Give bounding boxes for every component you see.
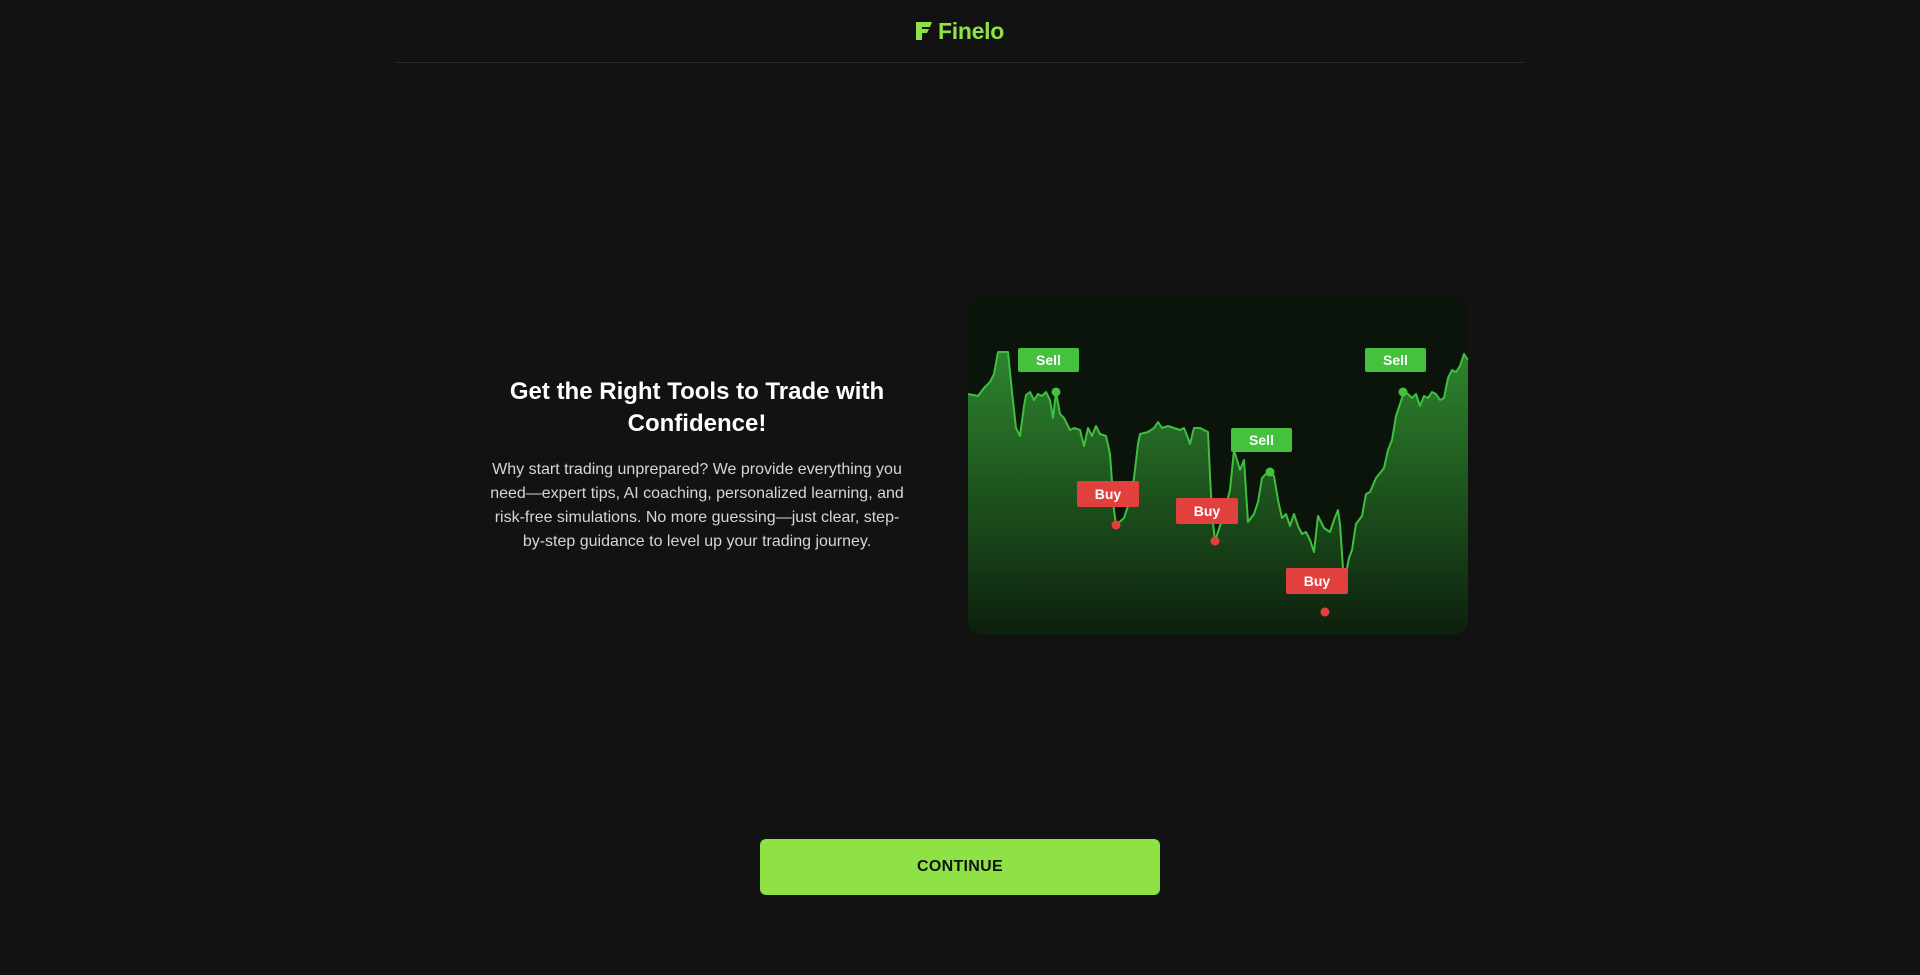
sell-point bbox=[1265, 467, 1275, 477]
sell-label: Sell bbox=[1036, 352, 1061, 368]
buy-point bbox=[1210, 536, 1220, 546]
buy-label: Buy bbox=[1095, 486, 1122, 502]
sell-label: Sell bbox=[1383, 352, 1408, 368]
trading-chart-illustration: Sell Buy Buy Sell Buy Sell bbox=[968, 296, 1468, 635]
top-header: Finelo bbox=[396, 0, 1524, 63]
hero-title: Get the Right Tools to Trade with Confid… bbox=[509, 378, 885, 437]
onboarding-page: Finelo Get the Right Tools to Trade with… bbox=[0, 0, 1920, 975]
price-chart: Sell Buy Buy Sell Buy Sell bbox=[968, 296, 1468, 635]
buy-point bbox=[1111, 520, 1121, 530]
buy-label: Buy bbox=[1194, 503, 1221, 519]
hero-section: Get the Right Tools to Trade with Confid… bbox=[487, 376, 907, 554]
hero-description: Why start trading unprepared? We provide… bbox=[490, 461, 904, 550]
buy-label: Buy bbox=[1304, 573, 1331, 589]
sell-point bbox=[1051, 387, 1061, 397]
brand-logo[interactable]: Finelo bbox=[916, 18, 1004, 45]
sell-point bbox=[1398, 387, 1408, 397]
sell-label: Sell bbox=[1249, 432, 1274, 448]
continue-button[interactable]: CONTINUE bbox=[760, 839, 1160, 895]
buy-point bbox=[1320, 607, 1330, 617]
finelo-logo-icon bbox=[916, 22, 933, 40]
brand-name: Finelo bbox=[938, 17, 1004, 44]
